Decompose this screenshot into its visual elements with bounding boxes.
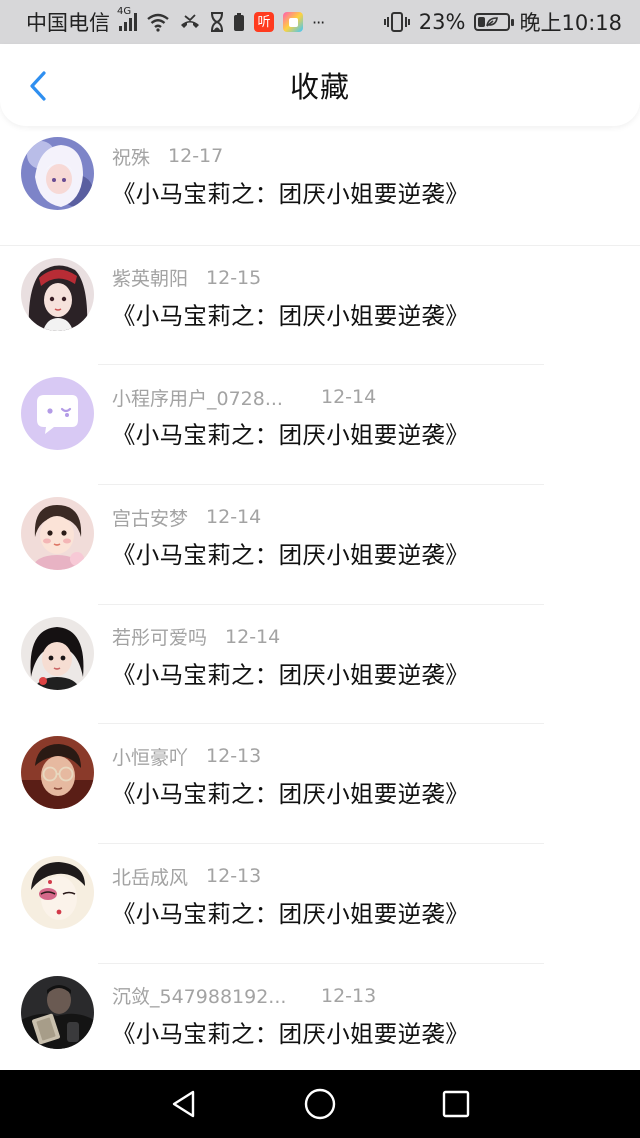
battery-icon: [474, 13, 515, 31]
triangle-back-icon: [172, 1090, 195, 1118]
avatar[interactable]: [21, 616, 94, 690]
list-item[interactable]: 祝殊 12-17 《小马宝莉之：团厌小姐要逆袭》: [0, 126, 640, 246]
status-right: 23% 晚上10:18: [383, 7, 622, 37]
list-item[interactable]: 小恒豪吖 12-13 《小马宝莉之：团厌小姐要逆袭》: [0, 724, 640, 845]
carrier-label: 中国电信: [26, 11, 110, 35]
username[interactable]: 北岳成风: [112, 863, 188, 890]
date-label: 12-14: [206, 506, 262, 529]
item-meta: 北岳成风 12-13: [112, 862, 261, 890]
square-recents-icon: [442, 1090, 470, 1118]
back-button[interactable]: [18, 66, 58, 106]
list-item[interactable]: 若彤可爱吗 12-14 《小马宝莉之：团厌小姐要逆袭》: [0, 605, 640, 725]
username[interactable]: 宫古安梦: [112, 504, 188, 531]
circle-home-icon: [304, 1088, 336, 1120]
status-left: 中国电信 4G 听 ···: [26, 6, 325, 37]
chevron-left-icon: [30, 71, 46, 101]
avatar[interactable]: [21, 377, 94, 451]
list-item[interactable]: 北岳成风 12-13 《小马宝莉之：团厌小姐要逆袭》: [0, 844, 640, 964]
missed-call-icon: [179, 12, 201, 32]
avatar[interactable]: [21, 856, 94, 930]
book-title[interactable]: 《小马宝莉之：团厌小姐要逆袭》: [112, 175, 469, 209]
vibrate-icon: [383, 12, 410, 32]
username[interactable]: 小程序用户_0728...: [112, 384, 297, 411]
username[interactable]: 紫英朝阳: [112, 264, 188, 291]
wifi-icon: [146, 12, 170, 32]
book-title[interactable]: 《小马宝莉之：团厌小姐要逆袭》: [112, 536, 469, 570]
username[interactable]: 若彤可爱吗: [112, 623, 207, 650]
colorful-app-icon: [283, 12, 303, 32]
username[interactable]: 小恒豪吖: [112, 743, 188, 770]
book-title[interactable]: 《小马宝莉之：团厌小姐要逆袭》: [112, 1015, 469, 1049]
network-type-label: 4G: [117, 6, 132, 17]
book-title[interactable]: 《小马宝莉之：团厌小姐要逆袭》: [112, 416, 469, 450]
date-label: 12-14: [321, 386, 377, 409]
date-label: 12-14: [225, 625, 281, 648]
status-bar: 中国电信 4G 听 ··· 23% 晚上10:18: [0, 0, 640, 44]
avatar[interactable]: [21, 257, 94, 331]
book-title[interactable]: 《小马宝莉之：团厌小姐要逆袭》: [112, 895, 469, 929]
list-item[interactable]: 紫英朝阳 12-15 《小马宝莉之：团厌小姐要逆袭》: [0, 246, 640, 366]
avatar[interactable]: [21, 975, 94, 1049]
item-meta: 沉敛_547988192... 12-13: [112, 982, 376, 1010]
date-label: 12-13: [321, 984, 377, 1007]
list-item[interactable]: 小程序用户_0728... 12-14 《小马宝莉之：团厌小姐要逆袭》: [0, 365, 640, 486]
nav-home-button[interactable]: [295, 1079, 345, 1129]
date-label: 12-13: [206, 745, 262, 768]
page-title: 收藏: [289, 70, 350, 104]
nav-back-button[interactable]: [159, 1079, 209, 1129]
item-meta: 若彤可爱吗 12-14: [112, 623, 280, 651]
list-item[interactable]: 沉敛_547988192... 12-13 《小马宝莉之：团厌小姐要逆袭》: [0, 964, 640, 1070]
clock: 晚上10:18: [519, 11, 622, 35]
item-meta: 小恒豪吖 12-13: [112, 742, 261, 770]
date-label: 12-17: [168, 145, 224, 167]
book-title[interactable]: 《小马宝莉之：团厌小姐要逆袭》: [112, 775, 469, 809]
system-nav-bar: [0, 1070, 640, 1138]
book-title[interactable]: 《小马宝莉之：团厌小姐要逆袭》: [112, 297, 469, 331]
signal-icon: 4G: [117, 6, 137, 31]
more-icon: ···: [312, 12, 325, 32]
list-item[interactable]: 宫古安梦 12-14 《小马宝莉之：团厌小姐要逆袭》: [0, 485, 640, 605]
item-meta: 紫英朝阳 12-15: [112, 264, 261, 292]
username[interactable]: 沉敛_547988192...: [112, 982, 297, 1009]
item-meta: 宫古安梦 12-14: [112, 503, 261, 531]
date-label: 12-15: [206, 266, 262, 289]
nav-recents-button[interactable]: [431, 1079, 481, 1129]
hourglass-icon: [210, 12, 224, 32]
avatar[interactable]: [21, 736, 94, 810]
avatar[interactable]: [21, 137, 94, 210]
avatar[interactable]: [21, 497, 94, 571]
username[interactable]: 祝殊: [112, 143, 150, 170]
favorites-list[interactable]: 祝殊 12-17 《小马宝莉之：团厌小姐要逆袭》 紫英朝阳 12-15 《小马宝…: [0, 126, 640, 1070]
battery-percent: 23%: [418, 10, 466, 34]
header: 收藏: [0, 44, 640, 126]
item-meta: 小程序用户_0728... 12-14: [112, 383, 376, 411]
book-title[interactable]: 《小马宝莉之：团厌小姐要逆袭》: [112, 656, 469, 690]
battery-saver-icon: [233, 12, 245, 32]
date-label: 12-13: [206, 865, 262, 888]
item-meta: 祝殊 12-17: [112, 142, 223, 170]
ting-app-icon: 听: [254, 12, 274, 32]
